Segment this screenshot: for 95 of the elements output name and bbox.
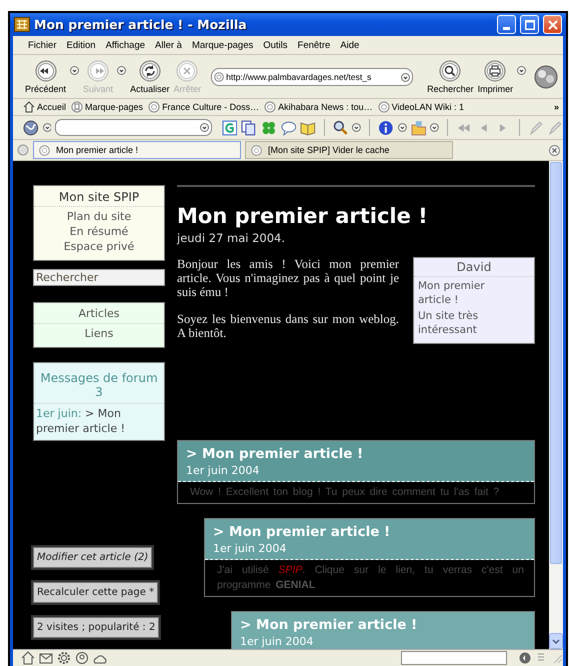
page-icon	[214, 72, 224, 82]
browser-tab[interactable]: [Mon site SPIP] Vider le cache	[245, 141, 453, 159]
menu-item[interactable]: Fichier	[23, 38, 62, 52]
pages-icon[interactable]	[241, 120, 257, 136]
article-paragraph: Bonjour les amis ! Voici mon premier article. Vous n'imaginez pas à quel point je suis ému !	[177, 257, 399, 299]
article-title: Mon premier article !	[177, 203, 429, 229]
close-icon	[548, 20, 558, 30]
message-text: J'ai utilisé SPIP. Clique sur le lien, tu verras c'est un programme GENIAL	[216, 563, 525, 593]
author-item: Mon premier article !	[417, 279, 486, 308]
bookmark-link[interactable]: Marque-pages	[71, 101, 144, 113]
search-field[interactable]: Rechercher	[33, 269, 165, 286]
message-date: 1er juin 2004	[240, 634, 314, 649]
author-name: David	[414, 258, 534, 277]
dropdown-icon[interactable]	[200, 123, 209, 132]
action-button[interactable]: Recalculer cette page *	[33, 582, 158, 603]
globe-icon[interactable]	[23, 120, 39, 136]
site-title-link[interactable]: Mon site SPIP	[34, 190, 164, 207]
menu-item[interactable]: Fenêtre	[292, 38, 336, 52]
more-button[interactable]: »	[554, 102, 559, 112]
search-field[interactable]	[55, 119, 212, 136]
message-text: Wow ! Excellent ton blog ! Tu peux dire comment tu l'as fait ?	[189, 485, 500, 500]
section-link[interactable]: Liens	[34, 326, 164, 341]
page-icon	[39, 144, 50, 156]
dropdown-icon[interactable]	[398, 123, 407, 132]
author-item: Un site très intéressant	[417, 309, 480, 338]
dropdown-icon[interactable]	[430, 123, 439, 132]
reload-icon	[138, 60, 161, 82]
action-button[interactable]: 2 visites ; popularité : 2	[33, 617, 160, 638]
page-icon	[148, 101, 160, 113]
close-icon[interactable]	[549, 144, 560, 156]
bookmark-link[interactable]: Akihabara News : tou…	[264, 101, 373, 113]
google-icon[interactable]	[222, 120, 238, 136]
dropdown-icon[interactable]	[517, 66, 526, 75]
stop-icon	[176, 60, 198, 82]
toolbar-button[interactable]: Rechercher	[425, 60, 476, 94]
article-date: jeudi 27 mai 2004.	[177, 231, 286, 245]
dropdown-icon[interactable]	[70, 66, 80, 75]
action-button[interactable]: Modifier cet article (2)	[33, 547, 152, 568]
nav-link[interactable]: Plan du site	[34, 209, 164, 224]
search-icon	[439, 60, 462, 82]
dropdown-icon[interactable]	[401, 72, 410, 82]
status-field[interactable]	[401, 651, 507, 665]
scrollbar[interactable]	[549, 161, 563, 649]
message-date: 1er juin 2004	[186, 463, 260, 478]
minimize-icon	[503, 27, 510, 30]
bookmark-link[interactable]: Accueil	[23, 101, 66, 113]
app-icon	[14, 17, 30, 32]
section-link[interactable]: Articles	[34, 306, 164, 324]
bookmark-link[interactable]: France Culture - Doss…	[148, 101, 260, 113]
menu-item[interactable]: Outils	[258, 38, 293, 52]
speech-bubble-icon[interactable]	[280, 120, 296, 136]
magnifier-icon[interactable]	[332, 120, 348, 136]
security-icon[interactable]	[519, 652, 531, 664]
browser-tab[interactable]: Mon premier article !	[33, 141, 241, 159]
mail-icon[interactable]	[39, 651, 53, 665]
pencil-icon[interactable]	[547, 120, 564, 136]
menu-item[interactable]: Edition	[62, 38, 101, 52]
message-count: 3	[94, 385, 104, 399]
scroll-down-icon[interactable]	[549, 633, 563, 649]
minimize-button[interactable]	[497, 15, 516, 34]
bookmark-link[interactable]: VideoLAN Wiki : 1	[378, 101, 464, 113]
book-icon[interactable]	[300, 120, 316, 136]
menu-item[interactable]: Aller à	[150, 38, 187, 52]
forum-message-link[interactable]: 1er juin: > Mon premier article !	[34, 403, 164, 436]
forward-arrow-icon	[87, 60, 110, 82]
menu-item[interactable]: Affichage	[100, 38, 150, 52]
resize-grip-icon	[551, 652, 563, 664]
home-icon	[23, 101, 35, 113]
home-icon[interactable]	[21, 651, 35, 665]
maximize-button[interactable]	[520, 15, 539, 34]
address-field[interactable]: http://www.palmbavardages.net/test_s	[211, 68, 414, 86]
nav-link[interactable]: En résumé	[34, 224, 164, 239]
toolbar-button[interactable]: Imprimer	[476, 60, 528, 94]
menu-item[interactable]: Marque-pages	[186, 38, 258, 52]
bookmark-icon	[71, 101, 84, 113]
dropdown-icon[interactable]	[42, 123, 52, 132]
forum-box-title: Messages de forum	[39, 371, 159, 385]
maximize-icon	[524, 20, 534, 30]
nav-link[interactable]: Espace privé	[34, 239, 164, 254]
back-arrow-icon	[34, 60, 57, 82]
info-icon[interactable]	[378, 120, 394, 136]
toolbar-button[interactable]: Actualiser	[128, 60, 172, 94]
page-icon	[264, 101, 276, 113]
gear-icon[interactable]	[57, 651, 71, 665]
article-paragraph: Soyez les bienvenus dans sur mon weblog. A bientôt.	[177, 312, 399, 340]
page-icon	[251, 144, 262, 156]
message-date: 1er juin 2004	[213, 541, 288, 556]
throbber-icon	[533, 63, 559, 89]
close-button[interactable]	[543, 15, 562, 34]
printer-icon	[484, 60, 506, 82]
window-title: Mon premier article ! - Mozilla	[34, 17, 248, 32]
dropdown-icon[interactable]	[352, 123, 362, 132]
toolbar-button[interactable]: Précédent	[23, 60, 82, 94]
menu-item[interactable]: Aide	[335, 38, 364, 52]
page-icon	[378, 101, 390, 113]
